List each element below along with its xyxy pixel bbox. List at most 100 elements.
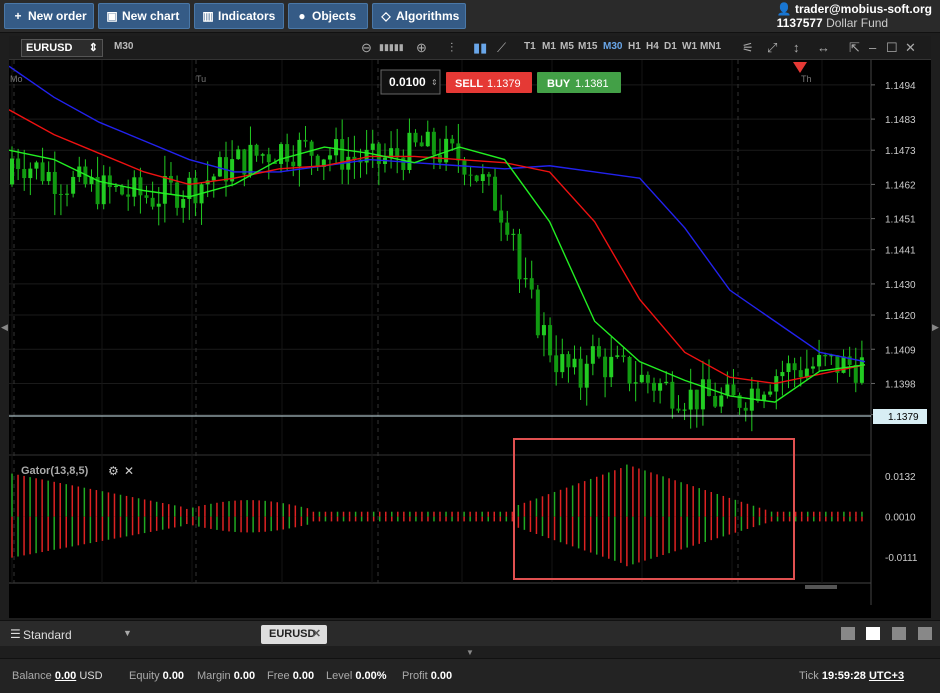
timeframe-m30[interactable]: M30 [603, 41, 622, 52]
bar-chart-icon[interactable]: ⫶ [450, 40, 453, 56]
margin-label: Margin [197, 670, 231, 682]
workspace-menu-icon[interactable]: ☰ [10, 627, 21, 641]
level-label: Level [326, 670, 353, 682]
close-icon[interactable]: ✕ [905, 40, 916, 56]
timeframe-m5[interactable]: M5 [560, 41, 574, 52]
new-order-button[interactable]: + New order [4, 3, 94, 29]
timezone-value[interactable]: UTC+3 [869, 670, 904, 682]
indicator-label: Gator(13,8,5) [21, 465, 89, 477]
candle-body [505, 222, 510, 235]
candle-body [572, 358, 577, 368]
candle-body [682, 409, 687, 411]
layout-grid-icon[interactable] [866, 627, 880, 640]
candle-body [211, 176, 216, 181]
candle-body [468, 174, 473, 176]
layout-columns-icon[interactable] [892, 627, 906, 640]
candle-body [804, 368, 809, 378]
collapse-icon[interactable]: ▼ [466, 648, 474, 657]
chart-window: EURUSD ⇕ M30 ⊖ ▮▮▮▮▮ ⊕ ⫶ ▮▮ ⟋ T1 M1 M5 M15 M3… [9, 36, 931, 618]
candle-body [132, 177, 137, 197]
horizontal-scrollbar[interactable] [805, 585, 837, 589]
candle-body [71, 176, 76, 194]
candle-body [676, 408, 681, 411]
candle-body [120, 186, 125, 195]
tab-close-icon[interactable]: ✕ [312, 625, 321, 644]
horizontal-line-icon[interactable]: ↔ [817, 40, 830, 55]
candle-body [456, 143, 461, 161]
candle-body [823, 354, 828, 357]
chevron-down-icon[interactable]: ▼ [123, 628, 132, 638]
sell-label: SELL [455, 78, 483, 90]
candle-body [181, 198, 186, 208]
scroll-left-icon[interactable]: ◀ [1, 322, 8, 333]
buy-price: 1.1381 [575, 78, 609, 90]
candle-body [841, 356, 846, 373]
candle-body [523, 278, 528, 280]
candle-chart-icon[interactable]: ▮▮ [473, 40, 487, 56]
day-label: Th [801, 74, 812, 84]
candle-body [670, 381, 675, 409]
timeframe-w1[interactable]: W1 [682, 41, 697, 52]
candle-body [664, 381, 669, 384]
layout-single-icon[interactable] [841, 627, 855, 640]
stepper-icon[interactable]: ⇕ [431, 78, 438, 87]
new-chart-button[interactable]: ▣ New chart [98, 3, 190, 29]
candle-body [548, 325, 553, 356]
timeframe-mn1[interactable]: MN1 [700, 41, 721, 52]
settings-icon[interactable]: ⚟ [742, 40, 754, 56]
candle-body [413, 132, 418, 143]
indicator-settings-icon[interactable]: ⚙ [108, 464, 119, 478]
layout-rows-icon[interactable] [918, 627, 932, 640]
candle-body [285, 144, 290, 162]
zoom-in-icon[interactable]: ⊕ [416, 40, 427, 56]
tab-eurusd[interactable]: EURUSD ✕ [261, 625, 327, 644]
new-order-label: New order [28, 9, 87, 23]
timeframe-h1[interactable]: H1 [628, 41, 641, 52]
account-info[interactable]: 👤 trader@mobius-soft.org 1137577 Dollar … [777, 2, 932, 30]
indicators-label: Indicators [218, 9, 276, 23]
candle-body [340, 139, 345, 170]
candle-body [493, 176, 498, 211]
zoom-out-icon[interactable]: ⊖ [361, 40, 372, 56]
chart-plot[interactable]: 1.1494 1.1483 1.1473 1.1462 1.1451 1.1441 1.14… [9, 60, 931, 618]
candle-body [627, 356, 632, 384]
candle-body [645, 374, 650, 383]
price-axis-bg [871, 60, 931, 618]
day-label: Mo [10, 74, 23, 84]
line-chart-icon[interactable]: ⟋ [497, 40, 506, 56]
timeframe-t1[interactable]: T1 [524, 41, 536, 52]
timeframe-m15[interactable]: M15 [578, 41, 597, 52]
minimize-icon[interactable]: – [869, 40, 876, 55]
maximize-icon[interactable]: ☐ [886, 40, 898, 56]
algorithms-button[interactable]: ◇ Algorithms [372, 3, 466, 29]
timeframe-h4[interactable]: H4 [646, 41, 659, 52]
profit-label: Profit [402, 670, 428, 682]
new-chart-label: New chart [122, 9, 180, 23]
timeframe-d1[interactable]: D1 [664, 41, 677, 52]
chart-toolbar: EURUSD ⇕ M30 ⊖ ▮▮▮▮▮ ⊕ ⫶ ▮▮ ⟋ T1 M1 M5 M15 M3… [9, 36, 931, 60]
chart-icon: ▣ [106, 9, 118, 23]
indicator-close-icon[interactable]: ✕ [124, 464, 134, 478]
balance-value: 0.00 [54, 670, 77, 682]
candle-body [792, 363, 797, 371]
candle-body [584, 363, 589, 388]
crosshair-icon[interactable]: ⤢ [767, 40, 777, 56]
indicators-button[interactable]: ▥ Indicators [194, 3, 284, 29]
workspace-selector[interactable]: Standard [23, 628, 72, 642]
detach-icon[interactable]: ⇱ [849, 40, 860, 56]
candle-body [10, 158, 14, 185]
objects-button[interactable]: ● Objects [288, 3, 368, 29]
bottom-bar: ☰ Standard ▼ EURUSD ✕ [0, 620, 940, 646]
zoom-slider[interactable]: ▮▮▮▮▮ [379, 42, 404, 53]
scroll-right-icon[interactable]: ▶ [932, 322, 939, 333]
candle-body [419, 142, 424, 147]
price-tick-label: 1.1483 [885, 115, 916, 126]
symbol-selector[interactable]: EURUSD ⇕ [21, 39, 103, 57]
price-tick-label: 1.1494 [885, 81, 916, 92]
timeframe-m1[interactable]: M1 [542, 41, 556, 52]
candle-body [486, 174, 491, 177]
candle-body [107, 175, 112, 188]
candle-body [609, 356, 614, 378]
price-tick-label: 1.1409 [885, 345, 916, 356]
vertical-line-icon[interactable]: ↕ [793, 40, 800, 55]
